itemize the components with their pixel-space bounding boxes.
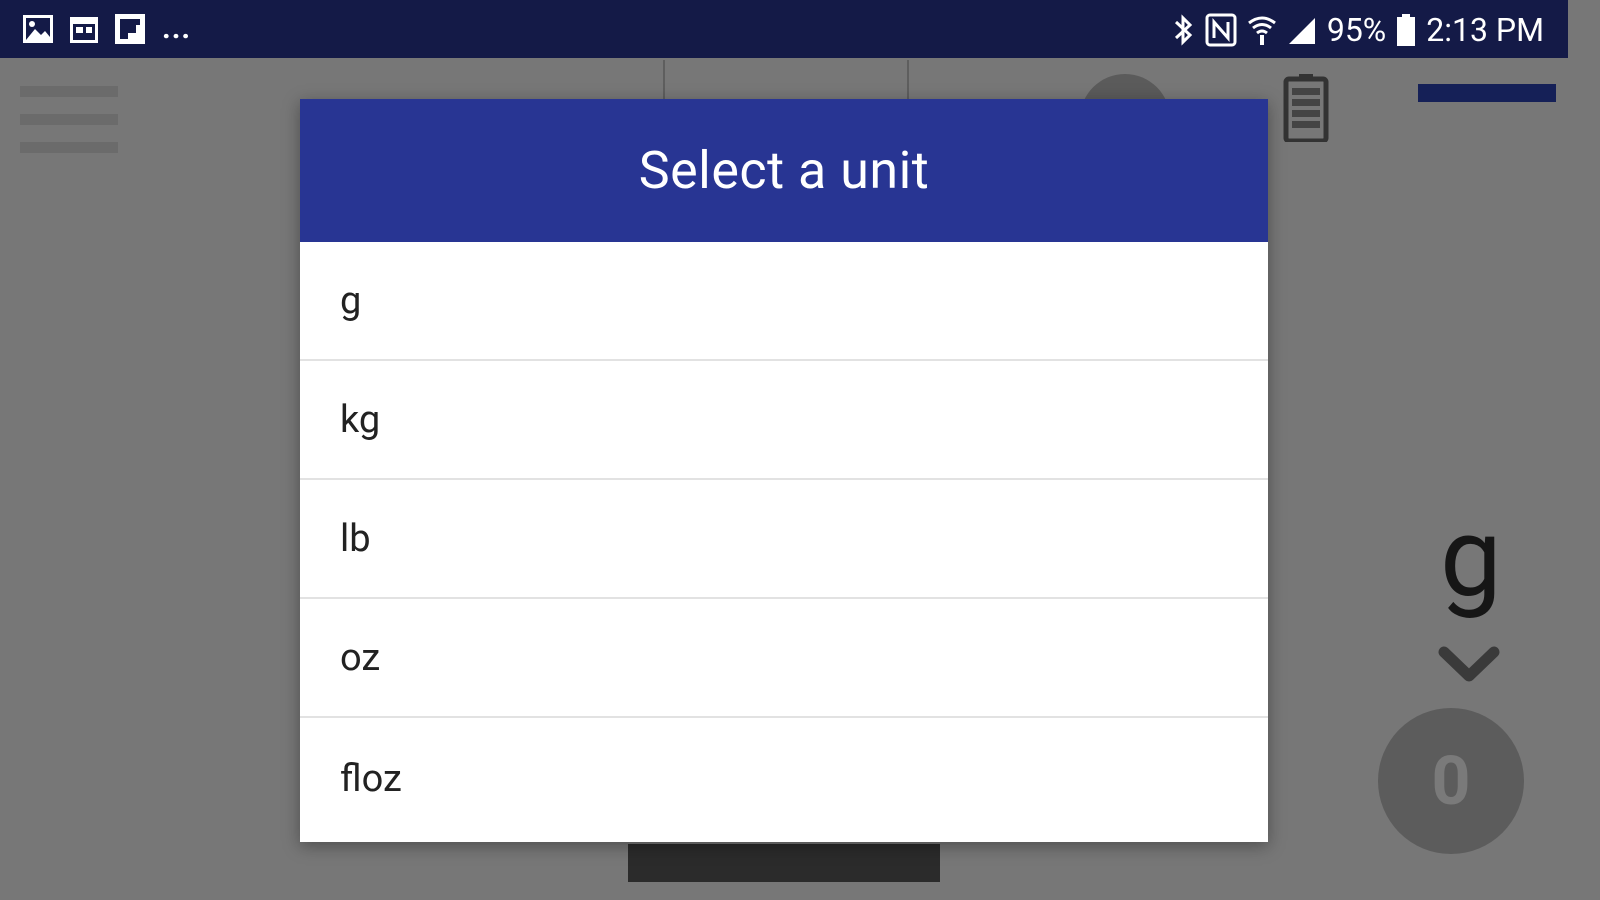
system-status: 95% 2:13 PM [1173,10,1544,50]
notification-icons: ... [22,12,191,46]
flipboard-icon [114,13,146,45]
unit-option-kg[interactable]: kg [300,361,1268,480]
tare-button: 0 [1378,708,1524,854]
nfc-icon [1205,13,1237,47]
battery-icon [1396,13,1416,47]
unit-select-dialog: Select a unit g kg lb oz floz [300,99,1268,842]
menu-icon [20,86,118,154]
tare-value: 0 [1431,741,1471,821]
gallery-icon [22,13,54,45]
dialog-header: Select a unit [300,99,1268,242]
chevron-down-icon [1438,646,1500,686]
unit-list: g kg lb oz floz [300,242,1268,839]
current-unit-label: g [1440,493,1502,622]
calendar-icon [68,13,100,45]
status-bar: ... 95% 2:13 PM [0,0,1568,58]
unit-option-oz[interactable]: oz [300,599,1268,718]
signal-icon [1287,14,1317,46]
weight-progress-bar [1418,84,1556,102]
battery-percent: 95% [1326,11,1387,49]
bottom-panel [628,844,940,882]
dialog-title: Select a unit [638,140,930,201]
bluetooth-icon [1173,13,1195,47]
unit-option-lb[interactable]: lb [300,480,1268,599]
unit-option-g[interactable]: g [300,242,1268,361]
more-notifications-indicator: ... [162,11,192,46]
clock: 2:13 PM [1426,11,1544,49]
wifi-icon [1247,13,1277,47]
device-battery-icon [1283,74,1329,144]
unit-option-floz[interactable]: floz [300,718,1268,839]
